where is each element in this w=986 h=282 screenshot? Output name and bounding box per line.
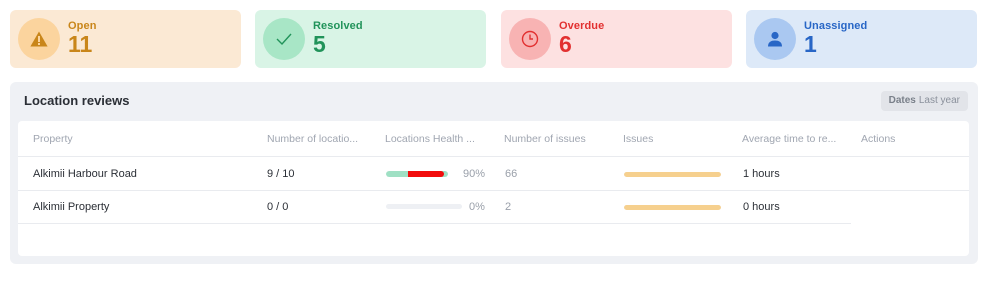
location-count: 9 / 10 [267, 168, 295, 180]
table-header: Property Number of locatio... Locations … [18, 121, 969, 157]
issues-bar [624, 172, 721, 177]
clock-icon [509, 18, 551, 60]
avg-response-time: 0 hours [743, 201, 780, 213]
overdue-count: 6 [559, 31, 572, 57]
dates-value: Last year [918, 95, 960, 106]
open-count: 11 [68, 31, 93, 57]
row-divider [18, 223, 851, 224]
resolved-stat-card[interactable]: Resolved 5 [255, 10, 486, 68]
health-percent: 90% [463, 168, 486, 180]
unassigned-count: 1 [804, 31, 817, 57]
location-reviews-panel: Location reviews Dates Last year Property… [10, 82, 978, 264]
column-locations[interactable]: Number of locatio... [267, 133, 358, 145]
stat-cards: Open 11 Resolved 5 Overdue 6 Unassigned … [10, 10, 978, 68]
avg-response-time: 1 hours [743, 168, 780, 180]
property-name: Alkimii Property [33, 201, 110, 213]
table-row[interactable]: Alkimii Property 0 / 0 0% 2 0 hours [18, 191, 969, 224]
overdue-stat-card[interactable]: Overdue 6 [501, 10, 732, 68]
column-avg-time[interactable]: Average time to re... [742, 133, 836, 145]
column-issue-count[interactable]: Number of issues [504, 133, 586, 145]
column-actions: Actions [861, 133, 896, 145]
property-name: Alkimii Harbour Road [33, 168, 137, 180]
column-health[interactable]: Locations Health ... [385, 133, 475, 145]
health-bar-fill [407, 171, 444, 177]
issue-count: 2 [505, 201, 512, 213]
panel-title: Location reviews [24, 93, 130, 108]
warning-icon [18, 18, 60, 60]
health-bar [386, 171, 448, 177]
column-property[interactable]: Property [33, 133, 73, 145]
dates-label: Dates [888, 95, 916, 106]
issues-bar-fill [624, 205, 721, 210]
unassigned-stat-card[interactable]: Unassigned 1 [746, 10, 977, 68]
resolved-count: 5 [313, 31, 326, 57]
location-count: 0 / 0 [267, 201, 289, 213]
column-issues[interactable]: Issues [623, 133, 653, 145]
issues-bar [624, 205, 721, 210]
health-bar [386, 204, 462, 209]
open-stat-card[interactable]: Open 11 [10, 10, 241, 68]
user-icon [754, 18, 796, 60]
issue-count: 66 [505, 168, 518, 180]
issues-bar-fill [624, 172, 721, 177]
health-percent: 0% [469, 201, 485, 213]
location-reviews-table: Property Number of locatio... Locations … [18, 121, 969, 256]
check-icon [263, 18, 305, 60]
dates-filter[interactable]: Dates Last year [880, 91, 968, 111]
table-row[interactable]: Alkimii Harbour Road 9 / 10 90% 66 1 hou… [18, 158, 969, 191]
